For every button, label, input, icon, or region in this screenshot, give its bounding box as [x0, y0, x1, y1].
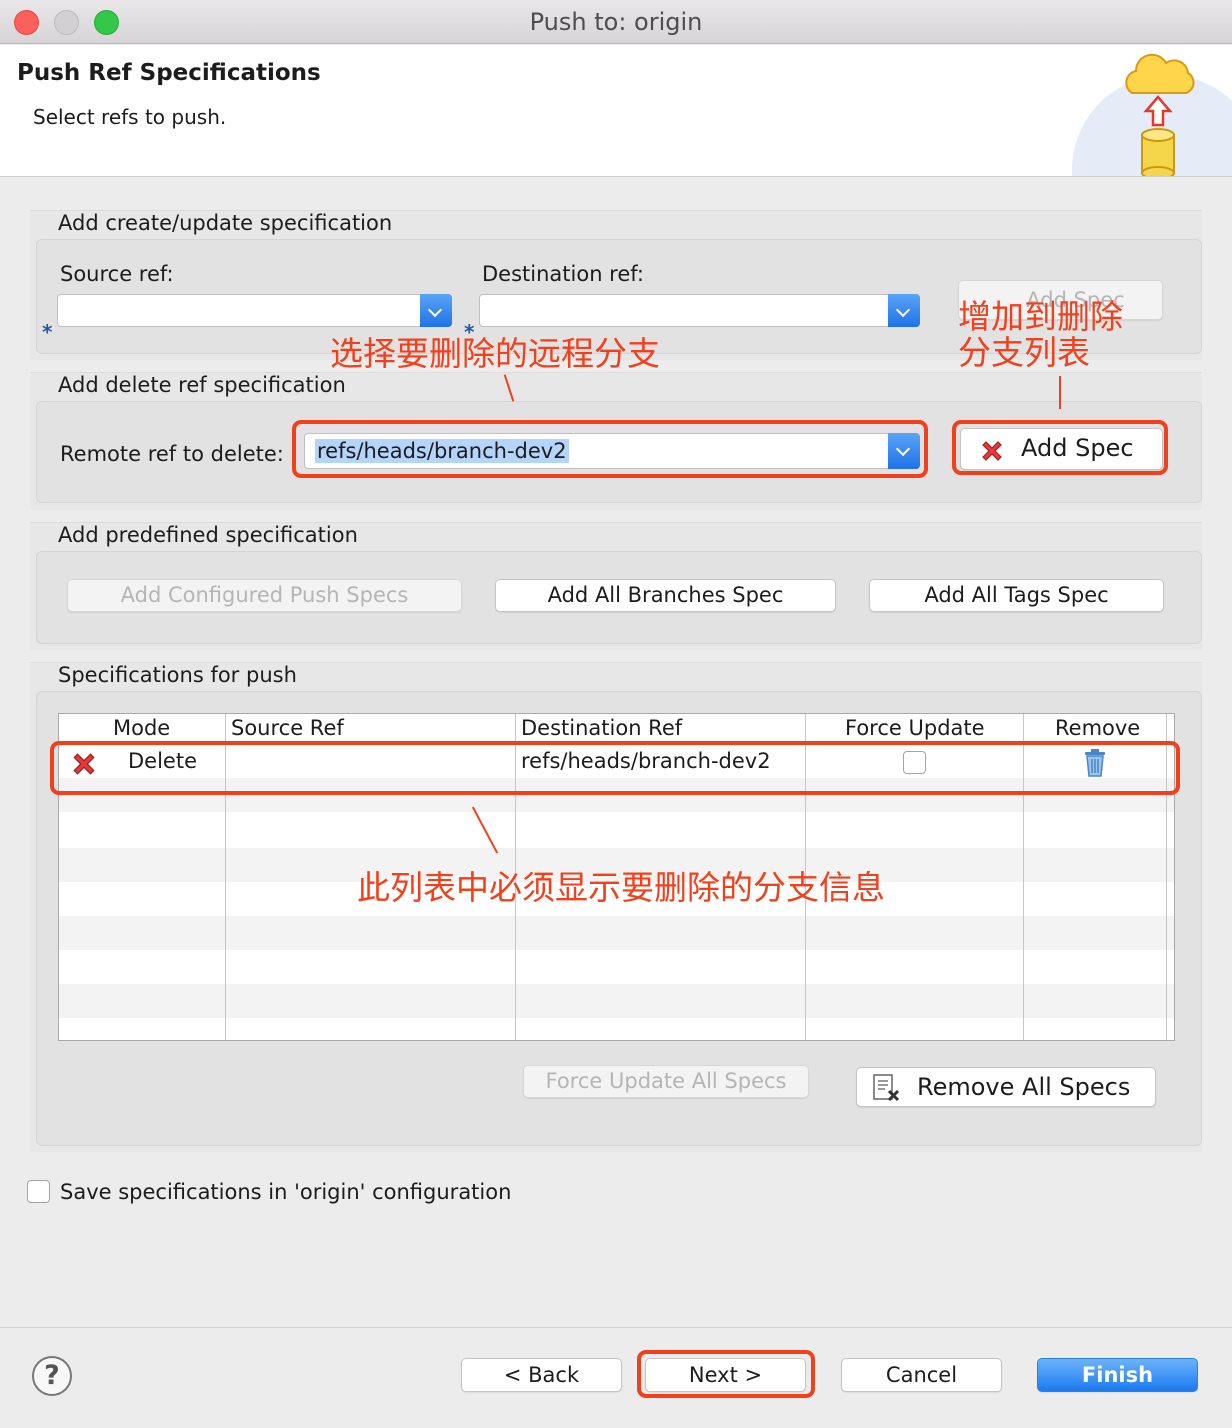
window-title: Push to: origin	[529, 8, 703, 36]
column-header-destination-ref[interactable]: Destination Ref	[521, 716, 682, 740]
next-button-highlight	[637, 1350, 815, 1398]
column-header-source-ref[interactable]: Source Ref	[231, 716, 344, 740]
source-ref-label: Source ref:	[60, 262, 174, 286]
add-configured-push-specs-button[interactable]: Add Configured Push Specs	[67, 579, 462, 612]
table-stripe	[59, 984, 1174, 1018]
destination-ref-combo[interactable]	[479, 294, 920, 327]
annotation-list-note: 此列表中必须显示要删除的分支信息	[357, 868, 885, 907]
footer-divider	[0, 1327, 1232, 1328]
predefined-label: Add predefined specification	[58, 523, 358, 547]
add-all-branches-spec-button[interactable]: Add All Branches Spec	[495, 579, 836, 612]
spec-row-highlight	[50, 741, 1180, 795]
destination-ref-dropdown-icon[interactable]	[888, 294, 920, 327]
save-config-label[interactable]: Save specifications in 'origin' configur…	[60, 1180, 511, 1204]
source-ref-combo[interactable]	[57, 294, 452, 327]
column-header-mode[interactable]: Mode	[113, 716, 170, 740]
cancel-button[interactable]: Cancel	[841, 1358, 1002, 1392]
remove-all-specs-button[interactable]: Remove All Specs	[856, 1067, 1156, 1107]
add-spec-highlight	[952, 420, 1168, 475]
push-to-cloud-icon	[1125, 53, 1195, 176]
annotation-add-to-list-2: 分支列表	[958, 333, 1090, 372]
specs-label: Specifications for push	[58, 663, 297, 687]
remote-ref-highlight	[292, 420, 928, 478]
remove-all-icon	[873, 1074, 900, 1102]
page-title: Push Ref Specifications	[17, 60, 321, 86]
back-button[interactable]: < Back	[461, 1358, 622, 1392]
delete-ref-label: Add delete ref specification	[58, 373, 346, 397]
remove-all-specs-label: Remove All Specs	[917, 1073, 1131, 1101]
save-config-checkbox[interactable]	[27, 1180, 50, 1203]
table-header: Mode Source Ref Destination Ref Force Up…	[59, 714, 1174, 744]
create-update-label: Add create/update specification	[58, 211, 393, 235]
add-all-tags-spec-button[interactable]: Add All Tags Spec	[869, 579, 1164, 612]
page-subtitle: Select refs to push.	[33, 105, 227, 129]
column-header-force-update[interactable]: Force Update	[845, 716, 985, 740]
destination-ref-label: Destination ref:	[482, 262, 644, 286]
remote-ref-label: Remote ref to delete:	[60, 442, 284, 466]
column-header-remove[interactable]: Remove	[1055, 716, 1140, 740]
table-stripe	[59, 916, 1174, 950]
annotation-select-remote: 选择要删除的远程分支	[330, 334, 660, 373]
help-icon[interactable]: ?	[32, 1356, 72, 1396]
finish-button[interactable]: Finish	[1037, 1358, 1198, 1392]
wizard-header: Push Ref Specifications Select refs to p…	[0, 45, 1232, 177]
force-update-all-specs-button[interactable]: Force Update All Specs	[523, 1065, 809, 1098]
required-marker-icon: *	[42, 320, 53, 344]
annotation-arrow	[1059, 376, 1061, 409]
title-bar: Push to: origin	[0, 0, 1232, 44]
source-ref-dropdown-icon[interactable]	[420, 294, 452, 327]
